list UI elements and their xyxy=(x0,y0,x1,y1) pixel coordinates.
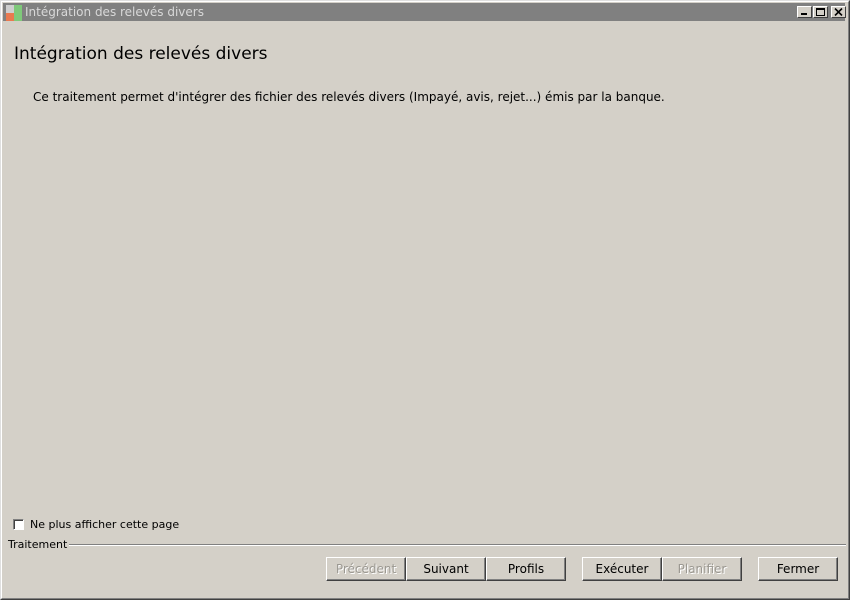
maximize-button[interactable] xyxy=(813,6,828,18)
minimize-icon xyxy=(801,13,807,15)
app-logo-icon[interactable] xyxy=(6,5,22,21)
hide-page-checkbox[interactable] xyxy=(13,518,24,530)
close-button[interactable]: Fermer xyxy=(758,557,838,581)
dialog-window: Intégration des relevés divers Intégrati… xyxy=(0,0,850,600)
hide-page-option[interactable]: Ne plus afficher cette page xyxy=(13,517,179,531)
next-button[interactable]: Suivant xyxy=(406,557,486,581)
minimize-button[interactable] xyxy=(797,6,812,18)
page-title: Intégration des relevés divers xyxy=(14,44,268,64)
close-icon xyxy=(834,8,843,16)
page-description: Ce traitement permet d'intégrer des fich… xyxy=(33,90,665,104)
close-window-button[interactable] xyxy=(831,6,846,18)
schedule-button[interactable]: Planifier xyxy=(662,557,742,581)
group-separator xyxy=(61,544,846,546)
group-label-traitement: Traitement xyxy=(8,538,70,551)
title-bar[interactable]: Intégration des relevés divers xyxy=(3,3,846,21)
maximize-icon xyxy=(816,8,825,16)
hide-page-label[interactable]: Ne plus afficher cette page xyxy=(30,518,179,531)
profiles-button[interactable]: Profils xyxy=(486,557,566,581)
previous-button[interactable]: Précédent xyxy=(326,557,406,581)
window-title: Intégration des relevés divers xyxy=(25,5,204,19)
execute-button[interactable]: Exécuter xyxy=(582,557,662,581)
